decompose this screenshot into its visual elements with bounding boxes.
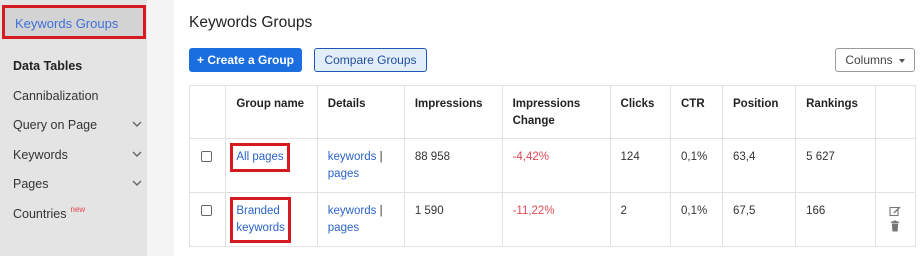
sidebar-divider bbox=[147, 0, 174, 256]
sidebar-item-label: Keywords bbox=[13, 148, 68, 162]
actions-column-header bbox=[875, 85, 916, 139]
sidebar-item-cannibalization[interactable]: Cannibalization bbox=[13, 89, 143, 107]
group-name-link[interactable]: Branded keywords bbox=[236, 205, 285, 234]
keywords-link[interactable]: keywords bbox=[328, 205, 377, 217]
select-column-header bbox=[188, 85, 227, 139]
column-header-impressions[interactable]: Impressions bbox=[403, 85, 503, 139]
column-header-details[interactable]: Details bbox=[316, 85, 405, 139]
column-header-position[interactable]: Position bbox=[722, 85, 797, 139]
sidebar-item-query-on-page[interactable]: Query on Page bbox=[13, 118, 143, 136]
sidebar-item-label: Keywords Groups bbox=[15, 16, 119, 31]
details-cell: keywords | pages bbox=[316, 192, 405, 247]
chevron-down-icon[interactable] bbox=[131, 147, 143, 161]
groups-table: Group name Details Impressions Impressio… bbox=[188, 85, 916, 247]
pages-link[interactable]: pages bbox=[328, 222, 359, 234]
new-badge: new bbox=[70, 205, 86, 214]
sidebar-item-countries[interactable]: Countries new bbox=[13, 205, 143, 225]
sidebar-item-label: Query on Page bbox=[13, 118, 98, 132]
group-name-cell: All pages bbox=[225, 138, 318, 193]
clicks-cell: 124 bbox=[609, 138, 672, 193]
sidebar-item-keywords-groups[interactable]: Keywords Groups bbox=[2, 5, 146, 39]
column-header-rankings[interactable]: Rankings bbox=[795, 85, 877, 139]
details-separator: | bbox=[379, 205, 383, 217]
sidebar-item-keywords[interactable]: Keywords bbox=[13, 148, 143, 166]
actions-cell bbox=[875, 138, 916, 193]
row-checkbox[interactable] bbox=[201, 151, 212, 162]
highlight-box: Branded keywords bbox=[230, 197, 291, 243]
details-cell: keywords | pages bbox=[316, 138, 405, 193]
column-header-impressions-change[interactable]: Impressions Change bbox=[501, 85, 611, 139]
actions-cell bbox=[875, 192, 916, 247]
table-header-row: Group name Details Impressions Impressio… bbox=[188, 85, 916, 139]
caret-down-icon bbox=[898, 58, 905, 63]
main-content: Keywords Groups + Create a Group Compare… bbox=[174, 0, 924, 256]
sidebar-heading-data-tables: Data Tables bbox=[13, 59, 83, 73]
rankings-cell: 5 627 bbox=[795, 138, 877, 193]
sidebar-item-label-wrap: Countries new bbox=[13, 205, 86, 221]
sidebar-item-label: Pages bbox=[13, 177, 49, 191]
impressions-cell: 1 590 bbox=[403, 192, 503, 247]
column-header-clicks[interactable]: Clicks bbox=[609, 85, 672, 139]
row-checkbox[interactable] bbox=[201, 205, 212, 216]
details-separator: | bbox=[379, 151, 383, 163]
sidebar-item-pages[interactable]: Pages bbox=[13, 177, 143, 195]
sidebar-item-label: Countries bbox=[13, 207, 67, 221]
compare-groups-button[interactable]: Compare Groups bbox=[314, 48, 427, 72]
clicks-cell: 2 bbox=[609, 192, 672, 247]
sidebar-item-label: Cannibalization bbox=[13, 89, 99, 103]
keywords-link[interactable]: keywords bbox=[328, 151, 377, 163]
create-group-button[interactable]: + Create a Group bbox=[189, 48, 302, 72]
impressions-change-cell: -11,22% bbox=[501, 192, 611, 247]
rankings-cell: 166 bbox=[795, 192, 877, 247]
sidebar: Keywords Groups Data Tables Cannibalizat… bbox=[0, 0, 147, 256]
table-row: Branded keywords keywords | pages 1 590 -… bbox=[188, 192, 916, 247]
position-cell: 63,4 bbox=[722, 138, 797, 193]
ctr-cell: 0,1% bbox=[669, 138, 724, 193]
columns-button-label: Columns bbox=[845, 53, 893, 67]
chevron-down-icon[interactable] bbox=[131, 176, 143, 190]
group-name-cell: Branded keywords bbox=[225, 192, 318, 247]
table-row: All pages keywords | pages 88 958 -4,42%… bbox=[188, 138, 916, 193]
highlight-box: All pages bbox=[230, 143, 290, 172]
group-name-link[interactable]: All pages bbox=[236, 151, 283, 163]
chevron-down-icon[interactable] bbox=[131, 117, 143, 131]
trash-icon[interactable] bbox=[889, 220, 901, 232]
column-header-group-name[interactable]: Group name bbox=[225, 85, 318, 139]
group-name-line: keywords bbox=[236, 222, 285, 234]
pages-link[interactable]: pages bbox=[328, 168, 359, 180]
select-cell bbox=[188, 138, 227, 193]
select-cell bbox=[188, 192, 227, 247]
app-root: Keywords Groups Data Tables Cannibalizat… bbox=[0, 0, 924, 256]
column-header-ctr[interactable]: CTR bbox=[669, 85, 724, 139]
page-title: Keywords Groups bbox=[189, 14, 313, 31]
edit-icon[interactable] bbox=[889, 205, 901, 217]
columns-dropdown-button[interactable]: Columns bbox=[835, 48, 915, 72]
group-name-line: Branded bbox=[236, 205, 280, 217]
position-cell: 67,5 bbox=[722, 192, 797, 247]
impressions-cell: 88 958 bbox=[403, 138, 503, 193]
ctr-cell: 0,1% bbox=[669, 192, 724, 247]
impressions-change-cell: -4,42% bbox=[501, 138, 611, 193]
